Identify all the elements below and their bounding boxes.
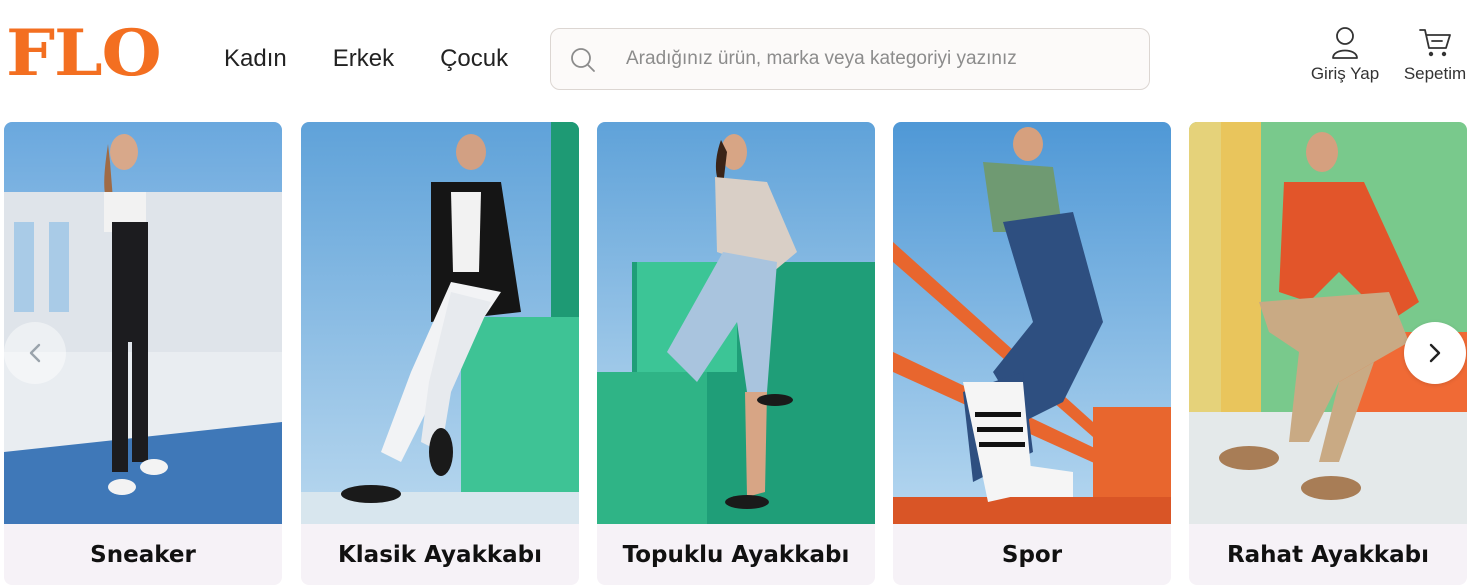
carousel-prev-button[interactable] — [4, 322, 66, 384]
flo-logo[interactable]: FLO — [6, 22, 162, 86]
nav-item-kadin[interactable]: Kadın — [224, 44, 287, 74]
category-label: Sneaker — [90, 541, 196, 568]
carousel-next-button[interactable] — [1404, 322, 1466, 384]
cart-button[interactable]: Sepetim — [1398, 26, 1472, 84]
category-image — [893, 122, 1171, 524]
nav-item-cocuk[interactable]: Çocuk — [440, 44, 508, 74]
category-image — [597, 122, 875, 524]
cart-icon — [1419, 29, 1451, 57]
category-image — [301, 122, 579, 524]
login-label: Giriş Yap — [1310, 64, 1380, 83]
site-header: FLO Kadın Erkek Çocuk Giriş Yap Sepetim — [0, 0, 1473, 120]
chevron-right-icon — [1429, 343, 1441, 363]
search-icon[interactable] — [569, 46, 597, 74]
chevron-left-icon — [29, 343, 41, 363]
category-label: Rahat Ayakkabı — [1226, 541, 1430, 568]
category-card-spor[interactable]: Spor — [893, 122, 1171, 585]
nav-item-erkek[interactable]: Erkek — [333, 44, 394, 74]
category-card-topuklu-ayakkabi[interactable]: Topuklu Ayakkabı — [597, 122, 875, 585]
category-label: Topuklu Ayakkabı — [622, 541, 850, 568]
category-carousel: Sneaker Klasik Ayakkabı Topuklu Ayakkabı… — [0, 122, 1473, 587]
main-nav: Kadın Erkek Çocuk — [224, 44, 508, 74]
cart-label: Sepetim — [1403, 64, 1467, 83]
user-icon — [1332, 27, 1358, 59]
category-label: Klasik Ayakkabı — [337, 541, 543, 568]
category-label: Spor — [1001, 541, 1063, 568]
category-card-klasik-ayakkabi[interactable]: Klasik Ayakkabı — [301, 122, 579, 585]
login-button[interactable]: Giriş Yap — [1305, 26, 1385, 84]
search-input[interactable] — [626, 29, 1126, 89]
search-box[interactable] — [550, 28, 1150, 90]
